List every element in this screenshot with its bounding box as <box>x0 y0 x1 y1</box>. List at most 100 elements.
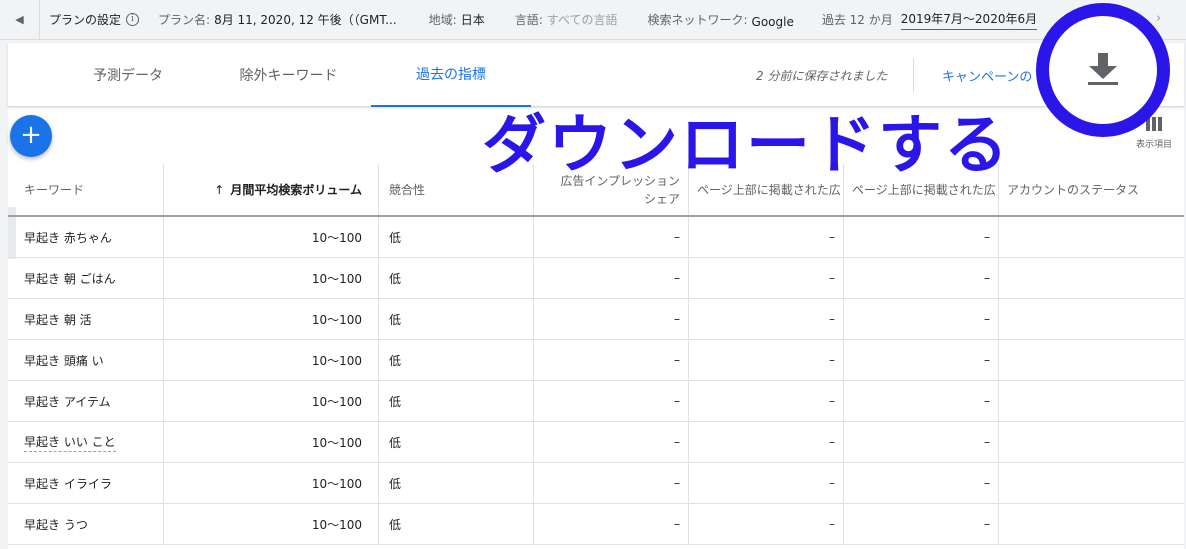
top-bid-high-value: – <box>984 394 990 408</box>
sort-arrow-up-icon: ↑ <box>214 182 225 197</box>
table-row: 早起き アイテム 10〜100 低 – – – <box>8 381 1184 422</box>
competition-cell: 低 <box>378 340 533 380</box>
volume-cell: 10〜100 <box>163 258 378 298</box>
volume-cell: 10〜100 <box>163 504 378 544</box>
header-volume[interactable]: ↑ 月間平均検索ボリューム <box>163 164 378 215</box>
tab-negative-keywords[interactable]: 除外キーワード <box>206 43 371 107</box>
collapse-back-button[interactable]: ◀ <box>0 0 40 40</box>
plan-name-value: 8月 11, 2020, 12 午後（（GMT... <box>214 13 397 27</box>
keyword-cell[interactable]: 早起き 朝 ごはん <box>8 258 163 298</box>
keyword-cell[interactable]: 早起き 朝 活 <box>8 299 163 339</box>
competition-value: 低 <box>389 517 402 532</box>
impression-share-cell: – <box>533 381 688 421</box>
competition-value: 低 <box>389 353 402 368</box>
keyword-text: 早起き 朝 ごはん <box>24 271 116 286</box>
volume-value: 10〜100 <box>311 312 362 327</box>
top-bid-low-value: – <box>829 476 835 490</box>
chevron-right-icon[interactable]: › <box>1156 11 1161 26</box>
keyword-table: キーワード ↑ 月間平均検索ボリューム 競合性 広告インプレッションシェア ページ… <box>8 164 1184 545</box>
keyword-cell[interactable]: 早起き いい こと <box>8 422 163 462</box>
top-bid-high-cell: – <box>843 381 998 421</box>
table-row: 早起き イライラ 10〜100 低 – – – <box>8 463 1184 504</box>
impression-share-value: – <box>674 312 680 326</box>
competition-cell: 低 <box>378 504 533 544</box>
plus-icon: + <box>20 120 42 150</box>
impression-share-cell: – <box>533 463 688 503</box>
top-bid-high-cell: – <box>843 463 998 503</box>
volume-cell: 10〜100 <box>163 422 378 462</box>
account-status-cell <box>998 504 1184 544</box>
header-account-status[interactable]: アカウントのステータス <box>998 164 1184 215</box>
top-bid-low-cell: – <box>688 422 843 462</box>
header-competition-label: 競合性 <box>389 183 426 197</box>
chevron-left-icon: ◀ <box>15 13 24 26</box>
top-bid-low-cell: – <box>688 217 843 257</box>
competition-value: 低 <box>389 476 402 491</box>
tab-forecast[interactable]: 予測データ <box>63 43 193 107</box>
top-bid-high-value: – <box>984 312 990 326</box>
header-keyword[interactable]: キーワード <box>8 164 163 215</box>
top-bid-low-value: – <box>829 353 835 367</box>
impression-share-cell: – <box>533 340 688 380</box>
download-icon[interactable] <box>1088 53 1118 87</box>
table-row: 早起き うつ 10〜100 低 – – – <box>8 504 1184 545</box>
keyword-cell[interactable]: 早起き 赤ちゃん <box>8 217 163 257</box>
top-bid-low-cell: – <box>688 340 843 380</box>
top-bid-high-value: – <box>984 476 990 490</box>
info-icon[interactable]: i <box>126 13 140 26</box>
account-status-cell <box>998 258 1184 298</box>
keyword-text: 早起き うつ <box>24 517 88 532</box>
create-campaign-link[interactable]: キャンペーンの <box>942 66 1038 85</box>
top-bid-high-cell: – <box>843 258 998 298</box>
impression-share-cell: – <box>533 217 688 257</box>
competition-cell: 低 <box>378 217 533 257</box>
volume-value: 10〜100 <box>311 394 362 409</box>
top-bid-low-value: – <box>829 517 835 531</box>
network-setting[interactable]: 検索ネットワーク: Google <box>647 10 793 29</box>
account-status-cell <box>998 299 1184 339</box>
top-bid-high-value: – <box>984 435 990 449</box>
add-keywords-button[interactable]: + <box>10 115 52 157</box>
tab-historical-metrics-label: 過去の指標 <box>416 67 486 83</box>
region-label: 地域: <box>428 13 457 27</box>
keyword-cell[interactable]: 早起き 頭痛 い <box>8 340 163 380</box>
volume-cell: 10〜100 <box>163 381 378 421</box>
keyword-planner-screen: ◀ プランの設定 i プラン名: 8月 11, 2020, 12 午後（（GMT… <box>0 0 1186 549</box>
competition-value: 低 <box>389 312 402 327</box>
keyword-cell[interactable]: 早起き うつ <box>8 504 163 544</box>
competition-cell: 低 <box>378 463 533 503</box>
keyword-text: 早起き 朝 活 <box>24 312 92 327</box>
competition-cell: 低 <box>378 299 533 339</box>
volume-cell: 10〜100 <box>163 340 378 380</box>
download-highlight-circle <box>1036 3 1170 137</box>
impression-share-value: – <box>674 517 680 531</box>
keyword-text: 早起き イライラ <box>24 476 112 491</box>
plan-settings-label: プランの設定 <box>49 13 122 27</box>
competition-cell: 低 <box>378 258 533 298</box>
impression-share-cell: – <box>533 422 688 462</box>
columns-label: 表示項目 <box>1135 140 1172 150</box>
plan-name[interactable]: プラン名: 8月 11, 2020, 12 午後（（GMT... <box>158 11 397 28</box>
account-status-cell <box>998 340 1184 380</box>
download-annotation-text: ダウンロードする <box>482 109 1010 183</box>
plan-settings[interactable]: プランの設定 i <box>49 11 140 28</box>
language-value: すべての言語 <box>546 13 618 27</box>
period-setting[interactable]: 過去 12 か月 2019年7月〜2020年6月 <box>822 10 1038 30</box>
impression-share-value: – <box>674 435 680 449</box>
top-bid-high-cell: – <box>843 217 998 257</box>
keyword-text: 早起き いい こと <box>24 433 116 452</box>
region-setting[interactable]: 地域: 日本 <box>429 11 485 28</box>
keyword-text: 早起き 赤ちゃん <box>24 230 112 245</box>
header-keyword-label: キーワード <box>24 183 85 197</box>
keyword-cell[interactable]: 早起き イライラ <box>8 463 163 503</box>
impression-share-cell: – <box>533 299 688 339</box>
keyword-cell[interactable]: 早起き アイテム <box>8 381 163 421</box>
volume-cell: 10〜100 <box>163 463 378 503</box>
table-row: 早起き 頭痛 い 10〜100 低 – – – <box>8 340 1184 381</box>
date-range-value: 2019年7月〜2020年6月 <box>900 10 1038 30</box>
volume-value: 10〜100 <box>311 230 362 245</box>
top-bid-low-cell: – <box>688 381 843 421</box>
plan-settings-bar: ◀ プランの設定 i プラン名: 8月 11, 2020, 12 午後（（GMT… <box>0 0 1186 40</box>
language-setting[interactable]: 言語: すべての言語 <box>515 11 618 28</box>
impression-share-value: – <box>674 271 680 285</box>
